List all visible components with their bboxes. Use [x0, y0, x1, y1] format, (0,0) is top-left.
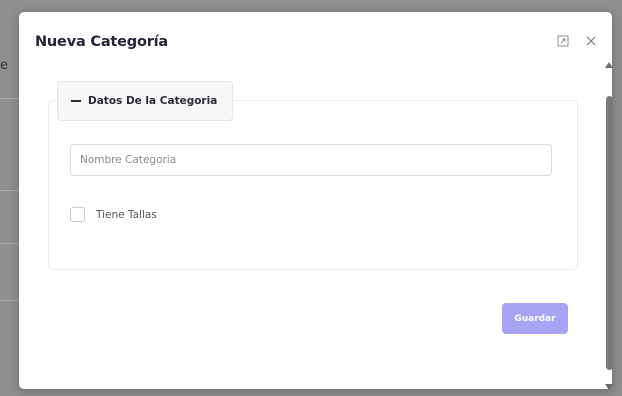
dialog-header-actions: [556, 34, 598, 48]
scroll-down-arrow-icon[interactable]: [605, 384, 613, 390]
new-category-dialog: Nueva Categoría Datos De la Categoria Ti…: [19, 12, 612, 389]
has-sizes-option[interactable]: Tiene Tallas: [70, 207, 157, 222]
dialog-title: Nueva Categoría: [35, 34, 169, 50]
category-data-fieldset: [48, 100, 578, 270]
fieldset-legend-label: Datos De la Categoria: [88, 95, 218, 107]
maximize-icon[interactable]: [556, 34, 570, 48]
close-icon[interactable]: [584, 34, 598, 48]
fieldset-legend-toggle[interactable]: Datos De la Categoria: [57, 81, 234, 121]
has-sizes-label: Tiene Tallas: [96, 208, 157, 221]
category-name-input[interactable]: [70, 144, 552, 176]
minus-icon: [71, 100, 81, 102]
scrollbar-thumb[interactable]: [606, 96, 613, 370]
scroll-up-arrow-icon[interactable]: [605, 62, 613, 68]
dialog-scrollbar[interactable]: [603, 60, 617, 390]
has-sizes-checkbox[interactable]: [70, 207, 85, 222]
backdrop-text-fragment: e: [0, 58, 8, 73]
save-button[interactable]: Guardar: [502, 303, 568, 334]
